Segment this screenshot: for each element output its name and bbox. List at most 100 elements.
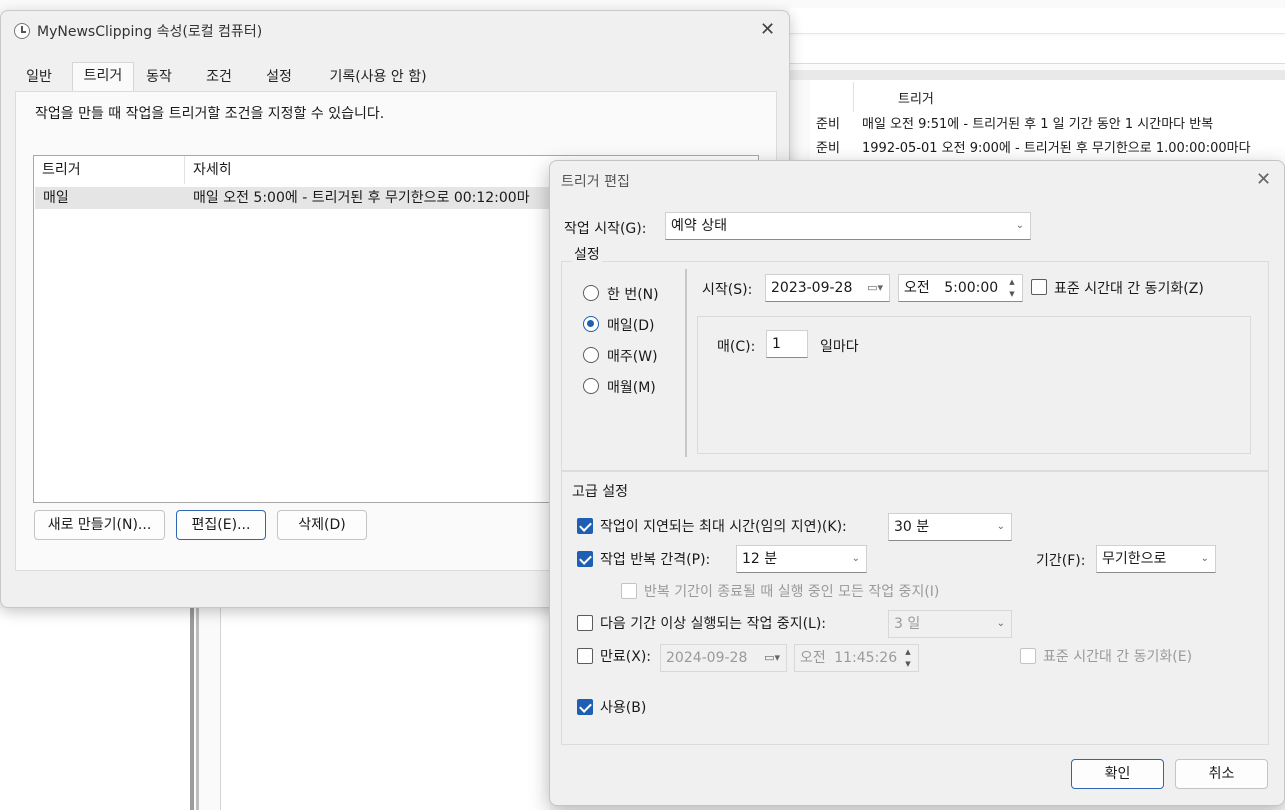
row-trigger: 매일 bbox=[43, 190, 69, 206]
time-spinner[interactable]: ▲ ▼ bbox=[899, 646, 917, 670]
stop-all-label[interactable]: 반복 기간이 종료될 때 실행 중인 모든 작업 중지(I) bbox=[644, 581, 939, 601]
close-icon[interactable]: ✕ bbox=[1256, 169, 1271, 190]
expire-checkbox[interactable] bbox=[577, 648, 593, 664]
recur-every-input[interactable]: 1 bbox=[766, 330, 808, 358]
tab-triggers[interactable]: 트리거 bbox=[72, 62, 134, 91]
edit-trigger-button[interactable]: 편집(E)... bbox=[176, 510, 266, 540]
expire-time-value: 11:45:26 bbox=[834, 650, 898, 666]
repeat-label[interactable]: 작업 반복 간격(P): bbox=[600, 549, 710, 569]
cancel-button[interactable]: 취소 bbox=[1175, 759, 1268, 789]
spin-up-icon[interactable]: ▲ bbox=[1003, 276, 1021, 288]
recur-every-label: 매(C): bbox=[717, 339, 756, 355]
tab-general[interactable]: 일반 bbox=[15, 64, 63, 90]
spin-down-icon[interactable]: ▼ bbox=[1003, 288, 1021, 300]
edit-trigger-dialog: 트리거 편집 ✕ 작업 시작(G): 예약 상태 ⌄ 설정 한 번(N) 매일(… bbox=[549, 160, 1285, 806]
stop-longer-label[interactable]: 다음 기간 이상 실행되는 작업 중지(L): bbox=[600, 613, 826, 633]
tab-strip: 일반 트리거 동작 조건 설정 기록(사용 안 함) bbox=[15, 62, 455, 91]
background-task-row[interactable]: 준비 매일 오전 9:51에 - 트리거된 후 1 일 기간 동안 1 시간마다 … bbox=[816, 114, 1213, 136]
recur-every-value: 1 bbox=[772, 336, 781, 352]
background-task-row[interactable]: 준비 1992-05-01 오전 9:00에 - 트리거된 후 무기한으로 1.0… bbox=[816, 138, 1251, 160]
expire-sync-checkbox[interactable] bbox=[1020, 648, 1036, 664]
column-header-trigger[interactable]: 트리거 bbox=[42, 156, 81, 184]
time-spinner[interactable]: ▲ ▼ bbox=[1003, 276, 1021, 300]
tab-conditions[interactable]: 조건 bbox=[197, 64, 241, 90]
stop-longer-dropdown[interactable]: 3 일 ⌄ bbox=[888, 610, 1012, 638]
schedule-daily-label[interactable]: 매일(D) bbox=[607, 315, 654, 335]
spin-up-icon[interactable]: ▲ bbox=[899, 646, 917, 658]
start-ampm-value: 오전 bbox=[904, 280, 930, 296]
background-scroll-strip bbox=[785, 70, 1285, 80]
spin-down-icon[interactable]: ▼ bbox=[899, 658, 917, 670]
schedule-weekly-radio[interactable] bbox=[583, 347, 599, 363]
repeat-checkbox[interactable] bbox=[577, 551, 593, 567]
settings-divider bbox=[685, 269, 687, 457]
task-status: 준비 bbox=[816, 117, 840, 132]
delay-value: 30 분 bbox=[894, 519, 930, 535]
duration-dropdown[interactable]: 무기한으로 ⌄ bbox=[1096, 545, 1216, 573]
stop-longer-checkbox[interactable] bbox=[577, 615, 593, 631]
delay-label[interactable]: 작업이 지연되는 최대 시간(임의 지연)(K): bbox=[600, 516, 847, 536]
start-time-picker[interactable]: 오전 5:00:00 ▲ ▼ bbox=[898, 274, 1023, 302]
schedule-daily-radio[interactable] bbox=[583, 316, 599, 332]
delay-dropdown[interactable]: 30 분 ⌄ bbox=[888, 513, 1012, 541]
begin-task-dropdown[interactable]: 예약 상태 ⌄ bbox=[665, 212, 1031, 240]
expire-time-picker[interactable]: 오전 11:45:26 ▲ ▼ bbox=[794, 644, 919, 672]
chevron-down-icon: ⌄ bbox=[1200, 553, 1209, 564]
recur-every-unit: 일마다 bbox=[820, 339, 859, 355]
expire-label[interactable]: 만료(X): bbox=[600, 646, 651, 666]
new-trigger-button[interactable]: 새로 만들기(N)... bbox=[34, 510, 165, 540]
expire-date-picker[interactable]: 2024-09-28 ▭▾ bbox=[660, 644, 787, 672]
chevron-down-icon: ⌄ bbox=[996, 618, 1005, 629]
expire-date-value: 2024-09-28 bbox=[666, 650, 748, 666]
begin-task-label: 작업 시작(G): bbox=[564, 221, 647, 237]
stop-all-checkbox[interactable] bbox=[621, 583, 637, 599]
ok-button[interactable]: 확인 bbox=[1071, 759, 1164, 789]
task-status: 준비 bbox=[816, 141, 840, 156]
chevron-down-icon: ⌄ bbox=[996, 521, 1005, 532]
delete-trigger-button[interactable]: 삭제(D) bbox=[277, 510, 367, 540]
begin-task-value: 예약 상태 bbox=[671, 218, 727, 234]
repeat-interval-dropdown[interactable]: 12 분 ⌄ bbox=[736, 545, 867, 573]
delay-checkbox[interactable] bbox=[577, 518, 593, 534]
start-time-value: 5:00:00 bbox=[944, 280, 999, 296]
chevron-down-icon: ⌄ bbox=[1015, 220, 1024, 231]
advanced-settings-label: 고급 설정 bbox=[572, 484, 628, 500]
tab-settings[interactable]: 설정 bbox=[257, 64, 301, 90]
enabled-checkbox[interactable] bbox=[577, 699, 593, 715]
repeat-interval-value: 12 분 bbox=[742, 551, 778, 567]
background-center-pane bbox=[220, 608, 550, 810]
triggers-description: 작업을 만들 때 작업을 트리거할 조건을 지정할 수 있습니다. bbox=[35, 106, 385, 122]
start-date-picker[interactable]: 2023-09-28 ▭▾ bbox=[765, 274, 890, 302]
task-trigger: 1992-05-01 오전 9:00에 - 트리거된 후 무기한으로 1.00:… bbox=[862, 141, 1251, 156]
column-divider[interactable] bbox=[184, 156, 185, 184]
settings-group-label: 설정 bbox=[572, 244, 602, 264]
duration-value: 무기한으로 bbox=[1102, 551, 1167, 567]
background-column-header[interactable]: 트리거 bbox=[853, 82, 934, 112]
background-splitter[interactable] bbox=[190, 608, 194, 810]
column-header-detail[interactable]: 자세히 bbox=[193, 156, 232, 184]
calendar-icon: ▭▾ bbox=[867, 281, 883, 294]
sync-timezone-label[interactable]: 표준 시간대 간 동기화(Z) bbox=[1054, 278, 1204, 298]
edit-trigger-title: 트리거 편집 bbox=[561, 174, 630, 190]
schedule-once-label[interactable]: 한 번(N) bbox=[607, 284, 659, 304]
schedule-once-radio[interactable] bbox=[583, 285, 599, 301]
tab-history[interactable]: 기록(사용 안 함) bbox=[317, 64, 439, 90]
schedule-weekly-label[interactable]: 매주(W) bbox=[607, 346, 658, 366]
tab-actions[interactable]: 동작 bbox=[137, 64, 181, 90]
properties-dialog-title: MyNewsClipping 속성(로컬 컴퓨터) bbox=[37, 24, 263, 40]
stop-longer-value: 3 일 bbox=[894, 616, 921, 632]
sync-timezone-checkbox[interactable] bbox=[1031, 279, 1047, 295]
expire-ampm-value: 오전 bbox=[800, 650, 826, 666]
schedule-monthly-label[interactable]: 매월(M) bbox=[607, 377, 656, 397]
calendar-icon: ▭▾ bbox=[764, 651, 780, 664]
start-label: 시작(S): bbox=[702, 282, 753, 298]
schedule-monthly-radio[interactable] bbox=[583, 378, 599, 394]
background-left-pane bbox=[0, 608, 190, 810]
enabled-label[interactable]: 사용(B) bbox=[600, 697, 646, 717]
start-date-value: 2023-09-28 bbox=[771, 280, 853, 296]
task-trigger: 매일 오전 9:51에 - 트리거된 후 1 일 기간 동안 1 시간마다 반복 bbox=[862, 117, 1214, 132]
chevron-down-icon: ⌄ bbox=[851, 553, 860, 564]
row-detail: 매일 오전 5:00에 - 트리거된 후 무기한으로 00:12:00마 bbox=[193, 190, 530, 206]
close-icon[interactable]: ✕ bbox=[760, 19, 775, 40]
expire-sync-label[interactable]: 표준 시간대 간 동기화(E) bbox=[1043, 646, 1192, 666]
